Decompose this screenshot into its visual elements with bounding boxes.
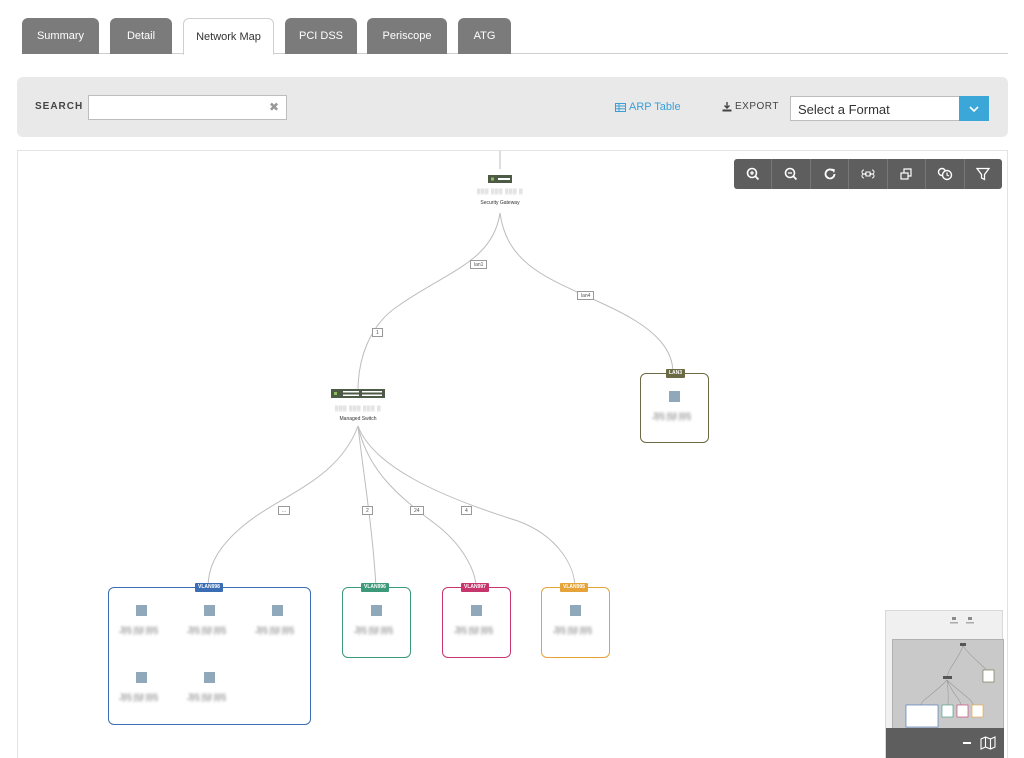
port-label-dots: ... (278, 506, 291, 515)
search-label: SEARCH (35, 101, 84, 112)
tab-periscope[interactable]: Periscope (367, 18, 447, 54)
device-node[interactable]: J|I§ |§|I |I|I§ (448, 605, 508, 645)
port-label-1: 1 (372, 328, 383, 337)
filter-icon (976, 167, 991, 181)
filter-button[interactable] (965, 159, 1002, 189)
format-dropdown-button[interactable] (959, 96, 989, 121)
device-icon (204, 672, 215, 683)
device-label: J|I§ |§|I |I|I§ (255, 625, 294, 635)
tab-pci-dss[interactable]: PCI DSS (285, 18, 357, 54)
history-button[interactable] (926, 159, 965, 189)
minimap-top-nodes (950, 617, 974, 624)
vlan-tag: LAN3 (666, 369, 686, 378)
device-icon (136, 672, 147, 683)
vlan-group-vlan996[interactable]: VLAN996 J|I§ |§|I |I|I§ (342, 583, 411, 658)
device-node[interactable]: J|I§ |§|I |I|I§ (113, 672, 173, 712)
network-map-page: Summary Detail Network Map PCI DSS Peris… (0, 0, 1024, 758)
collapse-minimap-icon[interactable] (962, 738, 972, 748)
network-map-canvas[interactable]: ▒▒▒ ▒▒▒ ▒▒▒ ▒ Security Gateway ▒▒▒ ▒▒▒ ▒… (17, 150, 1008, 758)
table-icon (615, 102, 626, 112)
arp-table-link[interactable]: ARP Table (615, 101, 681, 113)
device-node[interactable]: J|I§ |§|I |I|I§ (113, 605, 173, 645)
device-icon (471, 605, 482, 616)
vlan-tag: VLAN997 (461, 583, 489, 592)
switch-name[interactable]: Managed Switch (318, 416, 398, 422)
device-label: J|I§ |§|I |I|I§ (119, 692, 158, 702)
device-node[interactable]: J|I§ |§|I |I|I§ (249, 605, 309, 645)
map-toolbar: SEARCH ✖ ARP Table EXPORT Select a Forma… (17, 77, 1008, 137)
tab-atg[interactable]: ATG (458, 18, 511, 54)
tab-bar: Summary Detail Network Map PCI DSS Peris… (22, 18, 1008, 55)
device-label: J|I§ |§|I |I|I§ (187, 625, 226, 635)
refresh-icon (824, 168, 835, 180)
vlan-group-lan3[interactable]: LAN3 J|I§ |§|I |I|I§ (640, 369, 709, 443)
export-button[interactable]: EXPORT (722, 101, 779, 112)
device-node[interactable]: J|I§ |§|I |I|I§ (181, 672, 241, 712)
gateway-address: ▒▒▒ ▒▒▒ ▒▒▒ ▒ (476, 189, 524, 195)
vlan-group-vlan995[interactable]: VLAN995 J|I§ |§|I |I|I§ (541, 583, 610, 658)
fit-icon (861, 169, 875, 179)
device-node[interactable]: J|I§ |§|I |I|I§ (181, 605, 241, 645)
minimap-viewport[interactable] (892, 639, 1004, 730)
vlan-tag: VLAN998 (195, 583, 223, 592)
gateway-name[interactable]: Security Gateway (460, 200, 540, 206)
format-select[interactable]: Select a Format (790, 96, 989, 121)
zoom-in-icon (746, 167, 759, 181)
device-icon (204, 605, 215, 616)
layout-button[interactable] (888, 159, 927, 189)
vlan-group-vlan998[interactable]: VLAN998 J|I§ |§|I |I|I§ J|I§ |§|I |I|I§ … (108, 583, 311, 725)
zoom-out-icon (784, 167, 798, 181)
history-icon (937, 167, 953, 181)
vlan-tag: VLAN995 (560, 583, 588, 592)
device-icon (371, 605, 382, 616)
layout-icon (900, 168, 912, 180)
map-controls (734, 159, 1002, 189)
zoom-in-button[interactable] (734, 159, 773, 189)
port-label-lan4: lan4 (577, 291, 595, 300)
minimap-toolbar (886, 728, 1004, 758)
port-label-24: 24 (410, 506, 424, 515)
export-label: EXPORT (735, 101, 779, 112)
device-node[interactable]: J|I§ |§|I |I|I§ (646, 391, 706, 431)
switch-icon (331, 389, 385, 398)
minimap-thumbnail (905, 643, 995, 728)
device-label: J|I§ |§|I |I|I§ (187, 692, 226, 702)
vlan-group-vlan997[interactable]: VLAN997 J|I§ |§|I |I|I§ (442, 583, 511, 658)
device-node[interactable]: J|I§ |§|I |I|I§ (348, 605, 408, 645)
device-label: J|I§ |§|I |I|I§ (454, 625, 493, 635)
device-label: J|I§ |§|I |I|I§ (652, 411, 691, 421)
switch-address: ▒▒▒ ▒▒▒ ▒▒▒ ▒ (334, 406, 382, 412)
download-icon (722, 101, 732, 111)
device-icon (669, 391, 680, 402)
port-label-2: 2 (362, 506, 373, 515)
tab-network-map[interactable]: Network Map (183, 18, 274, 55)
device-label: J|I§ |§|I |I|I§ (354, 625, 393, 635)
clear-search-icon[interactable]: ✖ (269, 100, 279, 114)
fit-button[interactable] (849, 159, 888, 189)
port-label-lan1: lan1 (470, 260, 488, 269)
format-select-value: Select a Format (798, 102, 890, 117)
map-icon[interactable] (980, 736, 996, 750)
chevron-down-icon (969, 105, 979, 112)
gateway-icon (488, 175, 512, 183)
tab-summary[interactable]: Summary (22, 18, 99, 54)
device-node[interactable]: J|I§ |§|I |I|I§ (547, 605, 607, 645)
search-field[interactable]: ✖ (88, 95, 287, 120)
device-icon (272, 605, 283, 616)
arp-table-label: ARP Table (629, 101, 681, 113)
tab-detail[interactable]: Detail (110, 18, 172, 54)
device-label: J|I§ |§|I |I|I§ (553, 625, 592, 635)
device-icon (136, 605, 147, 616)
port-label-4: 4 (461, 506, 472, 515)
zoom-out-button[interactable] (772, 159, 811, 189)
minimap[interactable] (885, 610, 1004, 758)
device-label: J|I§ |§|I |I|I§ (119, 625, 158, 635)
search-input[interactable] (89, 96, 259, 119)
device-icon (570, 605, 581, 616)
refresh-button[interactable] (811, 159, 850, 189)
vlan-tag: VLAN996 (361, 583, 389, 592)
